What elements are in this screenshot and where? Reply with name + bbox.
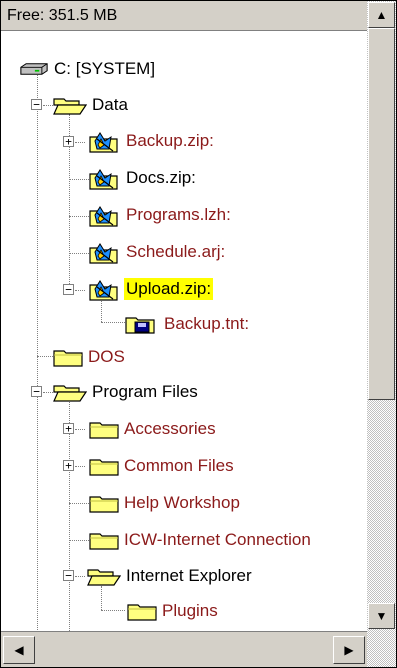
archive-icon [87,166,121,190]
tree-item-label: Backup.zip: [126,131,214,150]
tree-item-help-workshop[interactable]: Help Workshop [89,490,242,516]
scroll-down-button[interactable]: ▼ [368,603,395,629]
open-folder-icon [87,566,121,586]
scroll-right-button[interactable]: ▶ [333,636,365,664]
expand-toggle-common-files[interactable]: + [63,460,74,471]
collapse-toggle-program-files[interactable]: − [31,386,42,397]
horizontal-scrollbar[interactable]: ◀ ▶ [1,631,367,667]
tree-connector [43,105,53,106]
folder-icon [89,419,119,439]
expand-toggle-accessories[interactable]: + [63,423,74,434]
tree-item-upload-zip[interactable]: Upload.zip: [87,276,214,302]
tree-item-label: Backup.tnt: [164,314,250,333]
folder-icon [89,493,119,513]
tree-item-drive-c[interactable]: C: [SYSTEM] [19,56,157,82]
tree-item-programs-lzh[interactable]: Programs.lzh: [87,202,233,228]
arrow-up-icon: ▲ [375,8,388,22]
tree-connector [75,429,85,430]
free-space-label: Free: 351.5 MB [7,7,118,24]
tree-item-label: ICW-Internet Connection [124,530,311,549]
tree-connector [101,322,125,323]
scroll-left-button[interactable]: ◀ [3,636,35,664]
tree-connector [75,466,85,467]
tree-item-label: Accessories [124,419,216,438]
tree-item-label: Docs.zip: [126,168,196,187]
tree-item-accessories[interactable]: Accessories [89,416,218,442]
folder-icon [53,347,83,367]
open-folder-icon [53,382,87,402]
tree-connector [69,402,70,631]
collapse-toggle-upload-zip[interactable]: − [63,284,74,295]
tree-item-program-files[interactable]: Program Files [53,379,200,405]
backup-file-icon [125,314,159,334]
expand-toggle-backup-zip[interactable]: + [63,136,74,147]
tree-connector [69,179,89,180]
tree-item-label: Help Workshop [124,493,240,512]
tree-item-label: Program Files [92,382,198,401]
tree-item-label: Data [92,95,128,114]
tree-item-label: Common Files [124,456,234,475]
tree-item-label: Schedule.arj: [126,242,226,261]
tree-item-backup-zip[interactable]: Backup.zip: [87,128,216,154]
tree-item-label: Internet Explorer [126,566,252,585]
arrow-left-icon: ◀ [14,643,24,657]
tree-item-schedule-arj[interactable]: Schedule.arj: [87,239,227,265]
tree-item-label: C: [SYSTEM] [54,59,156,78]
tree-connector [43,392,53,393]
tree-item-label: DOS [88,347,125,366]
folder-icon [127,601,157,621]
tree-item-internet-explorer[interactable]: Internet Explorer [87,563,254,589]
tree-item-docs-zip[interactable]: Docs.zip: [87,165,198,191]
vertical-scroll-thumb[interactable] [368,28,395,400]
archive-icon [87,129,121,153]
scrollbar-corner [367,631,396,667]
tree-item-backup-tnt[interactable]: Backup.tnt: [125,311,251,337]
tree-item-label: Plugins [162,601,218,620]
folder-icon [89,456,119,476]
collapse-toggle-internet-explorer[interactable]: − [63,570,74,581]
tree-connector [75,290,85,291]
folder-icon [89,530,119,550]
tree-connector [69,540,89,541]
arrow-right-icon: ▶ [344,643,354,657]
tree-connector [69,216,89,217]
collapse-toggle-data[interactable]: − [31,99,42,110]
hard-drive-icon [19,62,49,76]
tree-connector [101,610,125,611]
archive-icon [87,203,121,227]
directory-tree: − + − − + + − C: [SYSTEM] Data Backup.zi… [1,32,367,631]
free-space-header: Free: 351.5 MB [1,1,367,31]
tree-item-plugins[interactable]: Plugins [127,598,220,624]
tree-item-dos[interactable]: DOS [53,344,127,370]
arrow-down-icon: ▼ [375,609,388,623]
archive-icon [87,240,121,264]
tree-item-data[interactable]: Data [53,92,130,118]
tree-item-label: Programs.lzh: [126,205,231,224]
tree-connector [69,253,89,254]
scroll-up-button[interactable]: ▲ [368,2,395,28]
tree-item-common-files[interactable]: Common Files [89,453,236,479]
tree-item-icw[interactable]: ICW-Internet Connection [89,527,313,553]
archive-icon [87,277,121,301]
tree-connector [75,576,85,577]
tree-connector [69,503,89,504]
open-folder-icon [53,95,87,115]
file-tree-window: Free: 351.5 MB − + − − + + − C: [SYSTEM]… [0,0,397,668]
tree-item-label-selected: Upload.zip: [124,278,214,300]
tree-connector [37,72,38,631]
vertical-scrollbar[interactable]: ▲ ▼ [367,1,396,631]
tree-connector [75,142,85,143]
tree-connector [101,586,102,610]
